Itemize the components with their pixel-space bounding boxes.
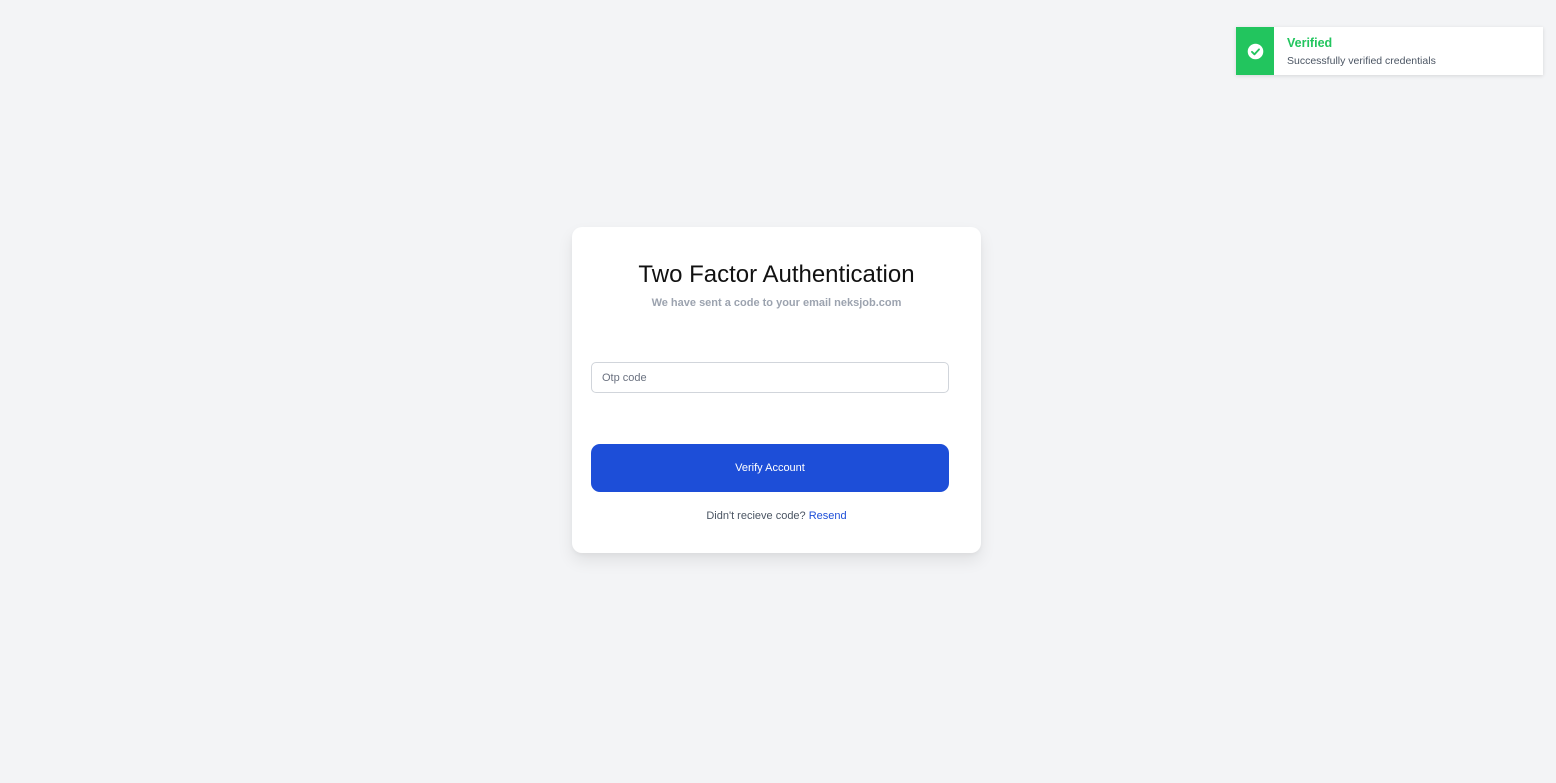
success-toast: Verified Successfully verified credentia… [1236, 27, 1543, 75]
resend-prompt: Didn't recieve code? [706, 510, 809, 522]
toast-message: Successfully verified credentials [1287, 55, 1436, 67]
toast-body: Verified Successfully verified credentia… [1274, 27, 1436, 75]
resend-link[interactable]: Resend [809, 510, 847, 522]
two-factor-card: Two Factor Authentication We have sent a… [572, 227, 981, 553]
toast-accent-bar [1236, 27, 1274, 75]
otp-code-input[interactable] [591, 362, 949, 393]
page-title: Two Factor Authentication [638, 261, 915, 288]
page-subtitle: We have sent a code to your email neksjo… [651, 297, 902, 309]
toast-title: Verified [1287, 36, 1333, 50]
check-circle-icon [1247, 43, 1263, 59]
resend-row: Didn't recieve code? Resend [572, 509, 981, 523]
verify-account-button[interactable]: Verify Account [591, 444, 949, 492]
